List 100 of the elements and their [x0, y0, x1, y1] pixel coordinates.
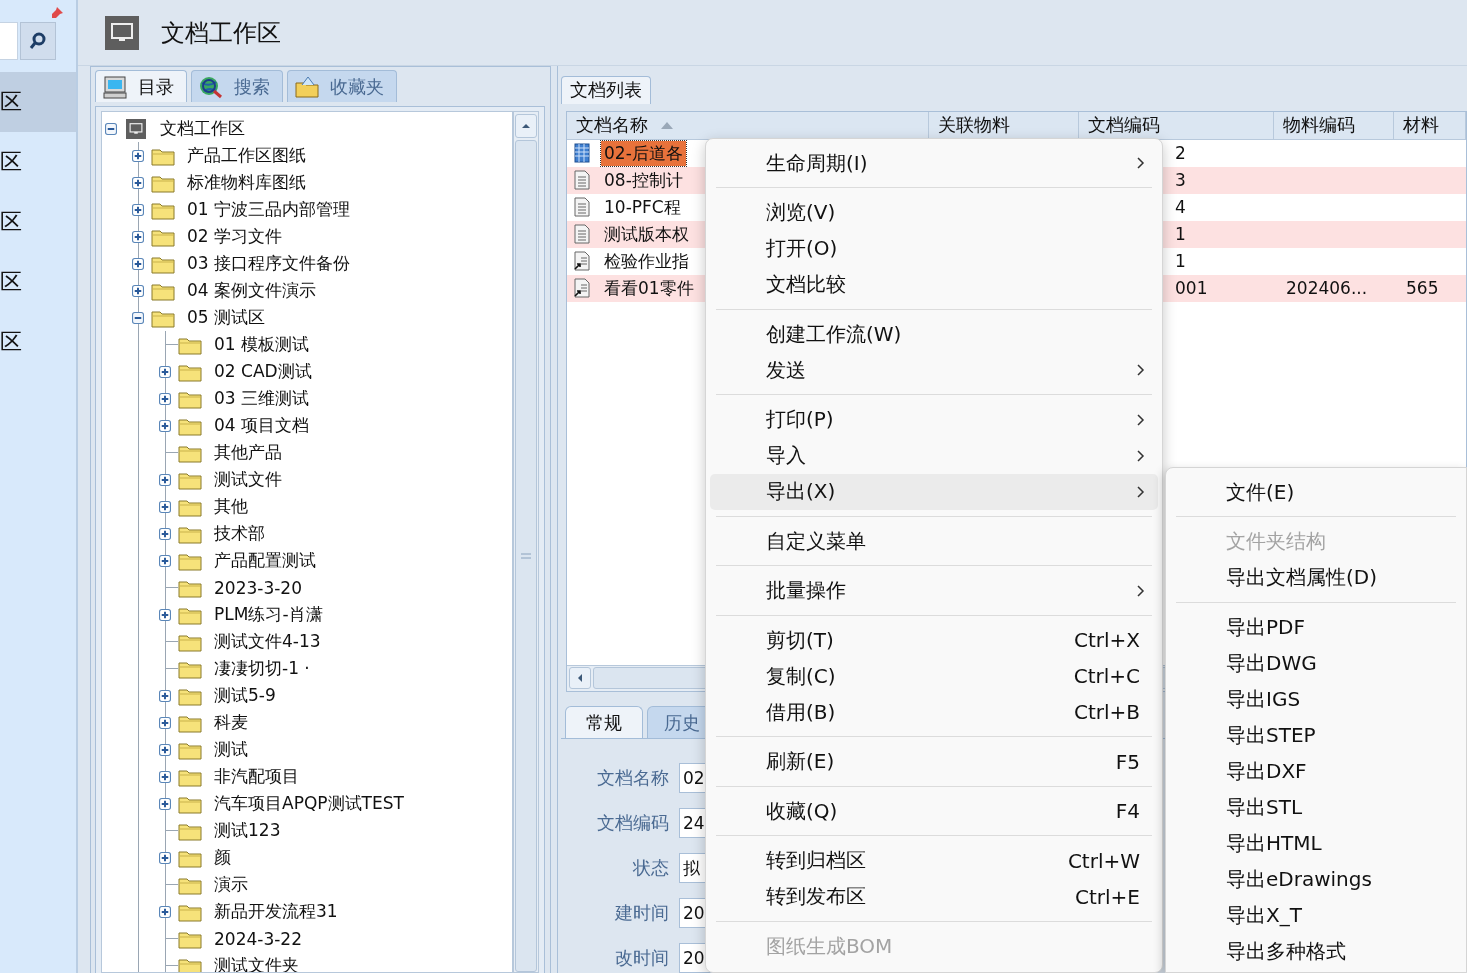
- tree-item[interactable]: 04 项目文档: [214, 414, 310, 437]
- menu-item[interactable]: 导出DWG: [1170, 645, 1462, 681]
- tab[interactable]: 目录: [95, 70, 187, 102]
- expand-icon[interactable]: [159, 527, 171, 540]
- tab[interactable]: 搜索: [191, 70, 283, 102]
- expand-icon[interactable]: [159, 905, 171, 918]
- menu-item[interactable]: 导出eDrawings: [1170, 861, 1462, 897]
- tree-item[interactable]: 02 CAD测试: [214, 360, 312, 383]
- menu-item[interactable]: 导出IGS: [1170, 681, 1462, 717]
- expand-icon[interactable]: [159, 554, 171, 567]
- expand-icon[interactable]: [132, 230, 144, 243]
- sidebar-item[interactable]: 区: [0, 252, 76, 312]
- tree-item[interactable]: 演示: [214, 873, 248, 896]
- sidebar-item[interactable]: 区: [0, 192, 76, 252]
- tree-item[interactable]: 科麦: [214, 711, 248, 734]
- tree-item[interactable]: 03 接口程序文件备份: [187, 252, 351, 275]
- menu-item[interactable]: 导出STEP: [1170, 717, 1462, 753]
- expand-icon[interactable]: [159, 365, 171, 378]
- scroll-thumb[interactable]: [515, 140, 537, 972]
- menu-item[interactable]: 复制(C) Ctrl+C: [710, 658, 1158, 694]
- sidebar-item[interactable]: 区: [0, 132, 76, 192]
- scroll-up-button[interactable]: [515, 114, 537, 138]
- tree-item[interactable]: 测试5-9: [214, 684, 276, 707]
- tab[interactable]: 常规: [565, 706, 643, 738]
- tree-item[interactable]: 凄凄切切-1 ·: [214, 657, 310, 680]
- tree-item[interactable]: 标准物料库图纸: [187, 171, 306, 194]
- sidebar-item[interactable]: 区: [0, 72, 76, 132]
- menu-item[interactable]: 收藏(Q) F4: [710, 793, 1158, 829]
- tree-item[interactable]: 其他产品: [214, 441, 282, 464]
- menu-item[interactable]: 自定义菜单: [710, 523, 1158, 559]
- menu-item[interactable]: 文档比较: [710, 266, 1158, 303]
- column-header[interactable]: 材料: [1403, 113, 1439, 137]
- search-button[interactable]: [20, 22, 56, 60]
- expand-icon[interactable]: [159, 851, 171, 864]
- expand-icon[interactable]: [159, 743, 171, 756]
- tree-item[interactable]: 2023-3-20: [214, 577, 302, 598]
- column-header[interactable]: 文档编码: [1088, 113, 1160, 137]
- tree-item[interactable]: 01 模板测试: [214, 333, 310, 356]
- tree-item[interactable]: 02 学习文件: [187, 225, 283, 248]
- column-header[interactable]: 文档名称: [576, 113, 648, 137]
- tree-item[interactable]: 产品工作区图纸: [187, 144, 306, 167]
- column-header[interactable]: 关联物料: [938, 113, 1010, 137]
- menu-item[interactable]: 打开(O): [710, 230, 1158, 267]
- column-header[interactable]: 物料编码: [1283, 113, 1355, 137]
- tree-item[interactable]: 测试: [214, 738, 248, 761]
- sidebar-item[interactable]: 区: [0, 312, 76, 372]
- menu-item[interactable]: 发送: [710, 352, 1158, 388]
- expand-icon[interactable]: [159, 770, 171, 783]
- tree-item[interactable]: 04 案例文件演示: [187, 279, 317, 302]
- menu-item[interactable]: 导出多种格式: [1170, 933, 1462, 969]
- menu-item[interactable]: 导出DXF: [1170, 753, 1462, 789]
- menu-item[interactable]: 浏览(V): [710, 194, 1158, 231]
- menu-item[interactable]: 导出文档属性(D): [1170, 559, 1462, 596]
- tree-item[interactable]: 汽车项目APQP测试TEST: [214, 792, 404, 815]
- tree-item[interactable]: 测试文件4-13: [214, 630, 321, 653]
- tree-item[interactable]: 其他: [214, 495, 248, 518]
- tree-item[interactable]: 产品配置测试: [214, 549, 316, 572]
- menu-item[interactable]: 文件(E): [1170, 474, 1462, 510]
- expand-icon[interactable]: [132, 149, 144, 162]
- expand-icon[interactable]: [132, 176, 144, 189]
- expand-icon[interactable]: [132, 284, 144, 297]
- tree-item[interactable]: 文档工作区: [160, 117, 245, 140]
- search-field[interactable]: [0, 22, 18, 60]
- expand-icon[interactable]: [159, 473, 171, 486]
- expand-icon[interactable]: [132, 257, 144, 270]
- tree-item[interactable]: 技术部: [214, 522, 265, 545]
- menu-item[interactable]: 导出STL: [1170, 789, 1462, 825]
- menu-item[interactable]: 导入: [710, 437, 1158, 474]
- expand-icon[interactable]: [159, 419, 171, 432]
- expand-icon[interactable]: [132, 203, 144, 216]
- menu-item[interactable]: 导出X_T: [1170, 897, 1462, 933]
- menu-item[interactable]: 转到归档区 Ctrl+W: [710, 842, 1158, 879]
- menu-item[interactable]: 打印(P): [710, 401, 1158, 438]
- scroll-left-button[interactable]: [569, 667, 591, 689]
- tree-item[interactable]: PLM练习-肖潇: [214, 603, 323, 626]
- expand-icon[interactable]: [159, 716, 171, 729]
- tree-item[interactable]: 非汽配项目: [214, 765, 299, 788]
- tree-item[interactable]: 测试文件: [214, 468, 282, 491]
- menu-item[interactable]: 导出PDF: [1170, 609, 1462, 645]
- scrollbar[interactable]: [513, 111, 539, 973]
- menu-item[interactable]: 创建工作流(W): [710, 316, 1158, 352]
- menu-item[interactable]: 刷新(E) F5: [710, 743, 1158, 780]
- tree-item[interactable]: 03 三维测试: [214, 387, 310, 410]
- menu-item[interactable]: 批量操作: [710, 572, 1158, 609]
- menu-item[interactable]: 生命周期(I): [710, 145, 1158, 181]
- tree-item[interactable]: 新品开发流程31: [214, 900, 338, 923]
- menu-item[interactable]: 转到发布区 Ctrl+E: [710, 878, 1158, 915]
- collapse-icon[interactable]: [132, 311, 144, 324]
- menu-item[interactable]: 剪切(T) Ctrl+X: [710, 622, 1158, 658]
- tree-item[interactable]: 测试123: [214, 819, 281, 842]
- tab[interactable]: 文档列表: [561, 75, 651, 104]
- expand-icon[interactable]: [159, 689, 171, 702]
- expand-icon[interactable]: [159, 797, 171, 810]
- menu-item[interactable]: 导出(X): [710, 473, 1158, 510]
- tree-item[interactable]: 2024-3-22: [214, 928, 302, 949]
- tree-item[interactable]: 颜: [214, 846, 231, 869]
- tree-item[interactable]: 05 测试区: [187, 306, 266, 329]
- collapse-icon[interactable]: [105, 122, 117, 135]
- tab[interactable]: 收藏夹: [287, 70, 397, 102]
- expand-icon[interactable]: [159, 500, 171, 513]
